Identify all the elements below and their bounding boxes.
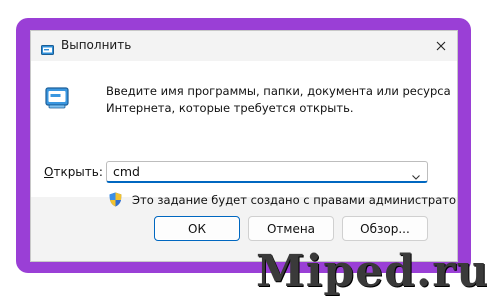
screenshot-background: Выполнить Введите имя программы, папки, …: [0, 0, 487, 303]
chevron-down-icon: [412, 175, 420, 180]
run-program-icon: [45, 85, 73, 111]
uac-shield-icon: [109, 192, 122, 207]
title-bar[interactable]: Выполнить: [31, 31, 457, 61]
command-input[interactable]: cmd: [113, 164, 140, 179]
run-dialog: Выполнить Введите имя программы, папки, …: [30, 30, 458, 262]
close-icon: [436, 41, 446, 51]
instructions-line-2: Интернета, которые требуется открыть.: [106, 101, 354, 115]
site-watermark: Miped.ru: [256, 246, 487, 297]
dropdown-button[interactable]: [411, 167, 421, 180]
content-area: Введите имя программы, папки, документа …: [31, 61, 457, 207]
close-button[interactable]: [429, 35, 453, 57]
browse-button[interactable]: Обзор...: [342, 216, 428, 241]
run-icon: [41, 40, 54, 55]
window-title: Выполнить: [61, 38, 132, 52]
open-label: Открыть:: [44, 165, 103, 179]
ok-button[interactable]: ОК: [154, 216, 240, 241]
instructions-line-1: Введите имя программы, папки, документа …: [106, 84, 451, 98]
cancel-button[interactable]: Отмена: [248, 216, 334, 241]
open-combobox[interactable]: cmd: [106, 161, 428, 183]
instructions-text: Введите имя программы, папки, документа …: [106, 83, 451, 117]
open-label-rest: ткрыть:: [53, 165, 103, 179]
admin-notice-text: Это задание будет создано с правами адми…: [132, 193, 458, 207]
